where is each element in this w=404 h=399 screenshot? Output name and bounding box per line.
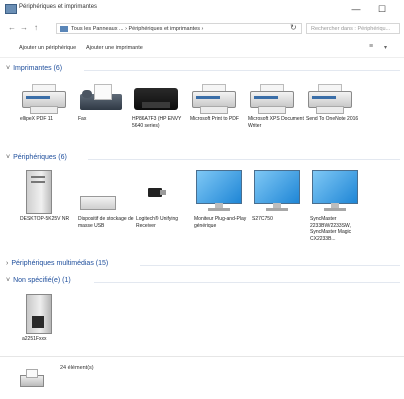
add-printer-button[interactable]: Ajouter une imprimante bbox=[86, 45, 143, 51]
devices-printers-window: Périphériques et imprimantes — ☐ ← → ↑ T… bbox=[0, 0, 404, 398]
devices-printers-icon bbox=[20, 367, 44, 389]
group-header-multimedia[interactable]: › Périphériques multimédias (15) bbox=[6, 260, 108, 267]
view-options-caret-icon[interactable]: ▾ bbox=[384, 44, 387, 51]
title-bar: Périphériques et imprimantes — ☐ bbox=[0, 0, 404, 18]
group-divider bbox=[88, 159, 400, 160]
refresh-icon[interactable]: ↻ bbox=[290, 23, 297, 32]
device-item[interactable]: Logitech® Unifying Receiver bbox=[132, 184, 192, 229]
computer-tower-icon bbox=[22, 170, 54, 214]
inkjet-printer-icon bbox=[134, 84, 178, 114]
fax-icon bbox=[80, 84, 122, 114]
group-header-unspecified[interactable]: ˅ Non spécifié(e) (1) bbox=[6, 277, 71, 284]
printer-icon bbox=[308, 84, 352, 114]
device-label: DESKTOP-5K25V NR bbox=[20, 216, 70, 222]
device-label: a2251Fxxx bbox=[22, 336, 47, 342]
printer-item[interactable]: Microsoft Print to PDF bbox=[186, 84, 246, 123]
printer-item[interactable]: Microsoft XPS Document Writer bbox=[244, 84, 304, 129]
control-panel-icon bbox=[60, 26, 68, 32]
printer-label: Send To OneNote 2016 bbox=[306, 116, 359, 122]
maximize-button[interactable]: ☐ bbox=[372, 2, 392, 16]
printer-item[interactable]: Send To OneNote 2016 bbox=[302, 84, 362, 123]
device-item[interactable]: Moniteur Plug-and-Play générique bbox=[190, 170, 250, 229]
group-divider bbox=[140, 265, 400, 266]
device-label: S27C750 bbox=[252, 216, 273, 222]
forward-arrow-icon[interactable]: → bbox=[20, 23, 28, 32]
view-options-icon[interactable]: ≡ bbox=[369, 43, 373, 50]
usb-receiver-icon bbox=[146, 184, 166, 204]
printer-label: HP86A7F3 (HP ENVY 5640 series) bbox=[132, 116, 182, 129]
device-label: Logitech® Unifying Receiver bbox=[136, 216, 179, 229]
device-item[interactable]: Dispositif de stockage de masse USB bbox=[74, 184, 134, 229]
devices-app-icon bbox=[5, 4, 17, 14]
group-divider bbox=[84, 70, 400, 71]
printer-label: Microsoft Print to PDF bbox=[190, 116, 239, 122]
item-count: 24 élément(s) bbox=[60, 365, 94, 371]
monitor-icon bbox=[196, 170, 242, 214]
chevron-down-icon: ˅ bbox=[6, 154, 11, 161]
device-label: Dispositif de stockage de masse USB bbox=[78, 216, 134, 229]
status-bar: 24 élément(s) bbox=[0, 356, 404, 399]
usb-drive-icon bbox=[80, 184, 116, 214]
device-item[interactable]: SyncMaster 2233BW/2233SW, SyncMaster Mag… bbox=[306, 170, 366, 242]
chevron-down-icon: ˅ bbox=[6, 277, 11, 284]
monitor-icon bbox=[312, 170, 358, 214]
group-header-devices[interactable]: ˅ Périphériques (6) bbox=[6, 154, 67, 161]
printer-item[interactable]: HP86A7F3 (HP ENVY 5640 series) bbox=[128, 84, 188, 129]
printer-icon bbox=[192, 84, 236, 114]
command-bar: Ajouter un périphérique Ajouter une impr… bbox=[0, 40, 404, 58]
chevron-right-icon: › bbox=[6, 260, 9, 267]
window-title: Périphériques et imprimantes bbox=[19, 4, 98, 10]
device-label: SyncMaster 2233BW/2233SW, SyncMaster Mag… bbox=[310, 216, 352, 242]
printer-item[interactable]: Fax bbox=[74, 84, 134, 123]
chevron-down-icon: ˅ bbox=[6, 65, 11, 72]
printer-icon bbox=[22, 84, 66, 114]
server-icon bbox=[24, 294, 52, 334]
printer-item[interactable]: ellipeX PDF 11 bbox=[16, 84, 76, 123]
address-bar: ← → ↑ Tous les Panneaux ... › Périphériq… bbox=[0, 20, 404, 38]
search-input[interactable]: Rechercher dans : Périphériqu... bbox=[306, 23, 400, 34]
printer-label: ellipeX PDF 11 bbox=[20, 116, 53, 122]
printer-label: Fax bbox=[78, 116, 87, 122]
device-label: Moniteur Plug-and-Play générique bbox=[194, 216, 247, 229]
printer-label: Microsoft XPS Document Writer bbox=[248, 116, 304, 129]
add-device-button[interactable]: Ajouter un périphérique bbox=[19, 45, 76, 51]
device-item[interactable]: DESKTOP-5K25V NR bbox=[16, 170, 76, 223]
monitor-icon bbox=[254, 170, 300, 214]
printer-icon bbox=[250, 84, 294, 114]
device-item[interactable]: S27C750 bbox=[248, 170, 308, 223]
back-arrow-icon[interactable]: ← bbox=[8, 23, 16, 32]
group-divider bbox=[94, 282, 400, 283]
breadcrumb[interactable]: Tous les Panneaux ... › Périphériques et… bbox=[56, 23, 302, 34]
minimize-button[interactable]: — bbox=[346, 2, 366, 16]
device-item[interactable]: a2251Fxxx bbox=[18, 294, 78, 343]
breadcrumb-text: Tous les Panneaux ... › Périphériques et… bbox=[71, 26, 204, 32]
up-arrow-icon[interactable]: ↑ bbox=[34, 23, 38, 32]
group-header-printers[interactable]: ˅ Imprimantes (6) bbox=[6, 65, 62, 72]
